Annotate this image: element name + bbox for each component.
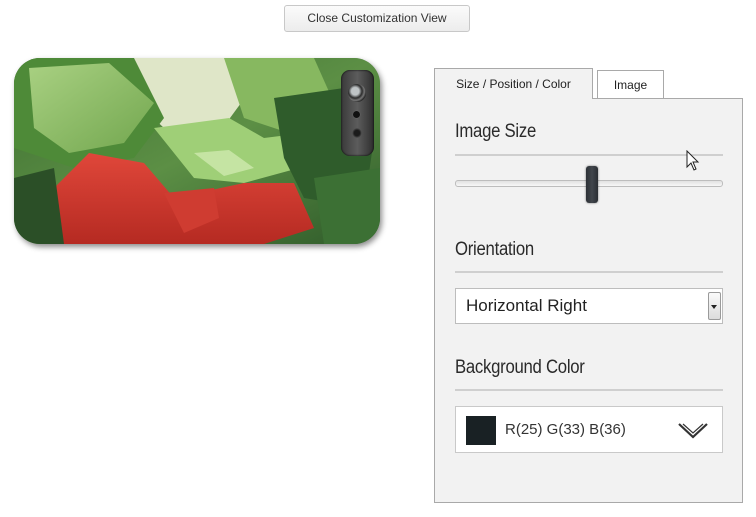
microphone-hole-icon [352, 128, 362, 138]
dropdown-arrow-icon[interactable] [708, 292, 721, 320]
background-color-title: Background Color [455, 357, 585, 378]
color-swatch [466, 416, 496, 445]
phone-case-preview [14, 58, 380, 246]
divider [455, 154, 723, 156]
divider [455, 389, 723, 391]
close-customization-button[interactable]: Close Customization View [284, 5, 470, 32]
flash-icon [353, 111, 360, 118]
camera-cutout [341, 70, 374, 156]
orientation-selected-value: Horizontal Right [466, 296, 587, 315]
salad-photo [14, 58, 380, 244]
orientation-select[interactable]: Horizontal Right [455, 288, 723, 324]
tab-image[interactable]: Image [597, 70, 664, 99]
image-size-slider-handle[interactable] [585, 166, 598, 203]
phone-case-image [14, 58, 380, 244]
orientation-title: Orientation [455, 239, 534, 260]
color-value-label: R(25) G(33) B(36) [505, 421, 626, 438]
image-size-title: Image Size [455, 121, 537, 142]
divider [455, 271, 723, 273]
camera-lens-icon [348, 84, 366, 102]
chevron-down-icon[interactable] [677, 420, 709, 440]
mouse-pointer-icon [686, 150, 700, 171]
background-color-picker[interactable]: R(25) G(33) B(36) [455, 406, 723, 453]
tab-size-position-color[interactable]: Size / Position / Color [434, 68, 593, 99]
